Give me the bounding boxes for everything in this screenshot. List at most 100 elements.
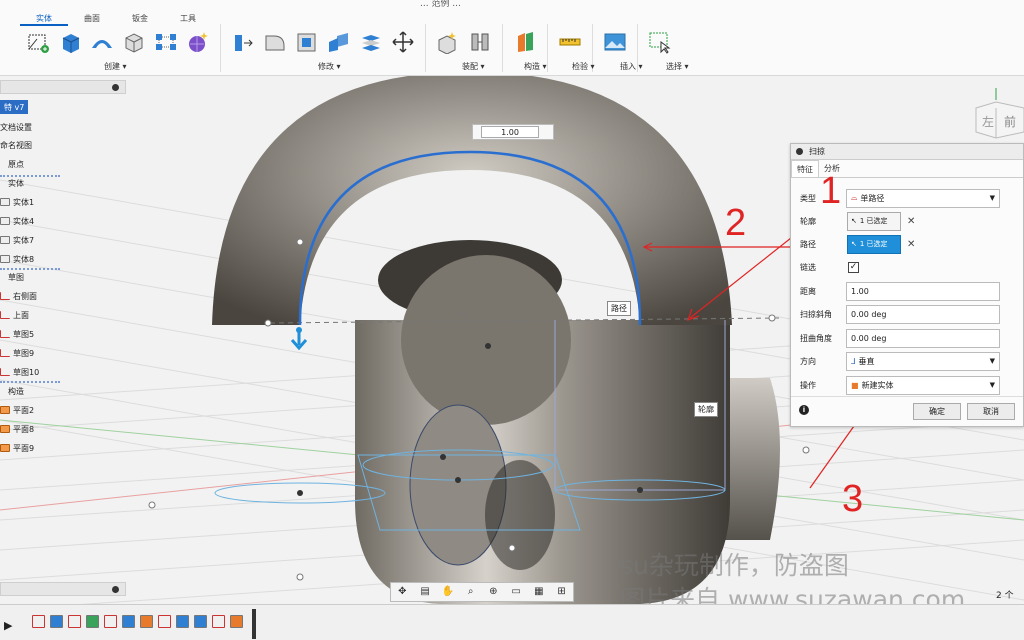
revolve-button[interactable] xyxy=(86,28,118,56)
group-create[interactable]: 创建 ▾ xyxy=(104,61,127,72)
offset-plane-button[interactable] xyxy=(509,28,541,56)
fillet-button[interactable] xyxy=(259,28,291,56)
timeline-marker[interactable] xyxy=(252,609,256,639)
extrude-button[interactable] xyxy=(54,28,86,56)
timeline-sketch-icon[interactable] xyxy=(104,615,117,628)
tree-item[interactable]: 平面2 xyxy=(0,403,34,417)
joint-button[interactable] xyxy=(464,28,496,56)
operation-select[interactable]: ■ 新建实体 ▼ xyxy=(846,375,1000,395)
info-icon[interactable]: i xyxy=(799,405,809,415)
tree-item[interactable]: 右侧面 xyxy=(0,289,37,303)
timeline-sketch-icon[interactable] xyxy=(68,615,81,628)
tree-item[interactable]: 草图5 xyxy=(0,327,34,341)
replace-face-button[interactable] xyxy=(355,28,387,56)
viewcube-left-face[interactable]: 左 xyxy=(982,114,994,129)
cylinder-face[interactable] xyxy=(401,255,571,425)
create-form-button[interactable] xyxy=(182,28,214,56)
tree-item[interactable]: 实体4 xyxy=(0,214,34,228)
look-at-icon[interactable]: ▤ xyxy=(419,586,432,598)
box-button[interactable] xyxy=(118,28,150,56)
type-select[interactable]: ⌓ 单路径 ▼ xyxy=(846,188,1000,208)
tree-item[interactable]: 草图9 xyxy=(0,346,34,360)
tree-item[interactable]: 实体 xyxy=(8,176,24,190)
tab-solid[interactable]: 实体 xyxy=(20,12,68,26)
press-pull-button[interactable] xyxy=(227,28,259,56)
timeline-extrude-icon[interactable] xyxy=(50,615,63,628)
timeline-plane-icon[interactable] xyxy=(86,615,99,628)
tree-item[interactable]: 文档设置 xyxy=(0,120,32,134)
group-insert[interactable]: 插入 ▾ xyxy=(620,61,643,72)
comments-header[interactable] xyxy=(0,582,126,596)
browser-root[interactable]: 特 v7 xyxy=(0,100,29,114)
tree-item[interactable]: 草图 xyxy=(8,270,24,284)
orientation-select[interactable]: ⅃ 垂直 ▼ xyxy=(846,351,1000,371)
timeline-plane-icon[interactable] xyxy=(140,615,153,628)
chevron-down-icon: ▼ xyxy=(989,357,995,365)
shell-button[interactable] xyxy=(291,28,323,56)
viewports-icon[interactable]: ⊞ xyxy=(555,586,568,598)
tree-item[interactable]: 上面 xyxy=(0,308,29,322)
dialog-header[interactable]: 扫掠 xyxy=(791,144,1023,160)
measure-button[interactable] xyxy=(554,28,586,56)
path-clear-icon[interactable]: ✕ xyxy=(907,239,915,250)
direction-arrow[interactable] xyxy=(290,327,308,351)
path-select-button[interactable]: ↖ 1 已选定 xyxy=(847,234,901,254)
create-sketch-button[interactable] xyxy=(22,28,54,56)
grid-icon[interactable]: ▦ xyxy=(532,586,545,598)
play-icon[interactable]: ▶ xyxy=(4,619,12,632)
tree-item[interactable]: 实体8 xyxy=(0,252,34,266)
tree-item[interactable]: 实体7 xyxy=(0,233,34,247)
combine-button[interactable] xyxy=(323,28,355,56)
distance-input[interactable]: 1.00 xyxy=(481,126,539,138)
tab-features[interactable]: 特征 xyxy=(791,160,819,177)
profile-select-button[interactable]: ↖ 1 已选定 xyxy=(847,211,901,231)
collapse-icon[interactable] xyxy=(796,148,803,155)
orbit-icon[interactable]: ✥ xyxy=(396,586,409,598)
pin-icon[interactable] xyxy=(112,586,119,593)
group-assemble[interactable]: 装配 ▾ xyxy=(462,61,485,72)
pin-icon[interactable] xyxy=(112,84,119,91)
tree-item[interactable]: 命名视图 xyxy=(0,138,32,152)
zoom-window-icon[interactable]: ⊕ xyxy=(487,586,500,598)
group-inspect[interactable]: 检验 ▾ xyxy=(572,61,595,72)
distance-manipulator[interactable]: 1.00 xyxy=(472,124,554,140)
timeline-combine-icon[interactable] xyxy=(194,615,207,628)
distance-field[interactable]: 1.00 xyxy=(846,281,1000,301)
twist-angle-field[interactable]: 0.00 deg xyxy=(846,328,1000,348)
tree-item[interactable]: 原点 xyxy=(8,157,24,171)
group-construct[interactable]: 构造 ▾ xyxy=(524,61,547,72)
group-select[interactable]: 选择 ▾ xyxy=(666,61,689,72)
select-button[interactable] xyxy=(644,28,676,56)
new-component-button[interactable] xyxy=(432,28,464,56)
tab-surface[interactable]: 曲面 xyxy=(68,12,116,26)
tab-tools[interactable]: 工具 xyxy=(164,12,212,26)
timeline-revolve-icon[interactable] xyxy=(122,615,135,628)
timeline-sketch-icon[interactable] xyxy=(32,615,45,628)
cursor-icon: ↖ xyxy=(851,217,857,225)
timeline-plane-icon[interactable] xyxy=(230,615,243,628)
group-modify[interactable]: 修改 ▾ xyxy=(318,61,341,72)
tree-item[interactable]: 草图10 xyxy=(0,365,39,379)
ok-button[interactable]: 确定 xyxy=(913,403,961,420)
tree-item[interactable]: 构造 xyxy=(8,384,24,398)
browser-header[interactable] xyxy=(0,80,126,94)
timeline-sweep-icon[interactable] xyxy=(176,615,189,628)
chain-checkbox[interactable]: ✓ xyxy=(848,261,859,273)
timeline-sketch-icon[interactable] xyxy=(212,615,225,628)
zoom-icon[interactable]: ⌕ xyxy=(464,586,477,598)
pan-hand-icon[interactable]: ✋ xyxy=(441,586,454,598)
insert-image-button[interactable] xyxy=(599,28,631,56)
pattern-button[interactable] xyxy=(150,28,182,56)
cancel-button[interactable]: 取消 xyxy=(967,403,1015,420)
tree-item[interactable]: 实体1 xyxy=(0,195,34,209)
tree-item[interactable]: 平面9 xyxy=(0,441,34,455)
view-cube[interactable]: 左 前 xyxy=(968,88,1024,144)
move-button[interactable] xyxy=(387,28,419,56)
tab-sheetmetal[interactable]: 钣金 xyxy=(116,12,164,26)
timeline-sketch-icon[interactable] xyxy=(158,615,171,628)
viewcube-front-face[interactable]: 前 xyxy=(1004,114,1016,129)
display-settings-icon[interactable]: ▭ xyxy=(510,586,523,598)
taper-angle-field[interactable]: 0.00 deg xyxy=(846,304,1000,324)
profile-clear-icon[interactable]: ✕ xyxy=(907,216,915,227)
tree-item[interactable]: 平面8 xyxy=(0,422,34,436)
